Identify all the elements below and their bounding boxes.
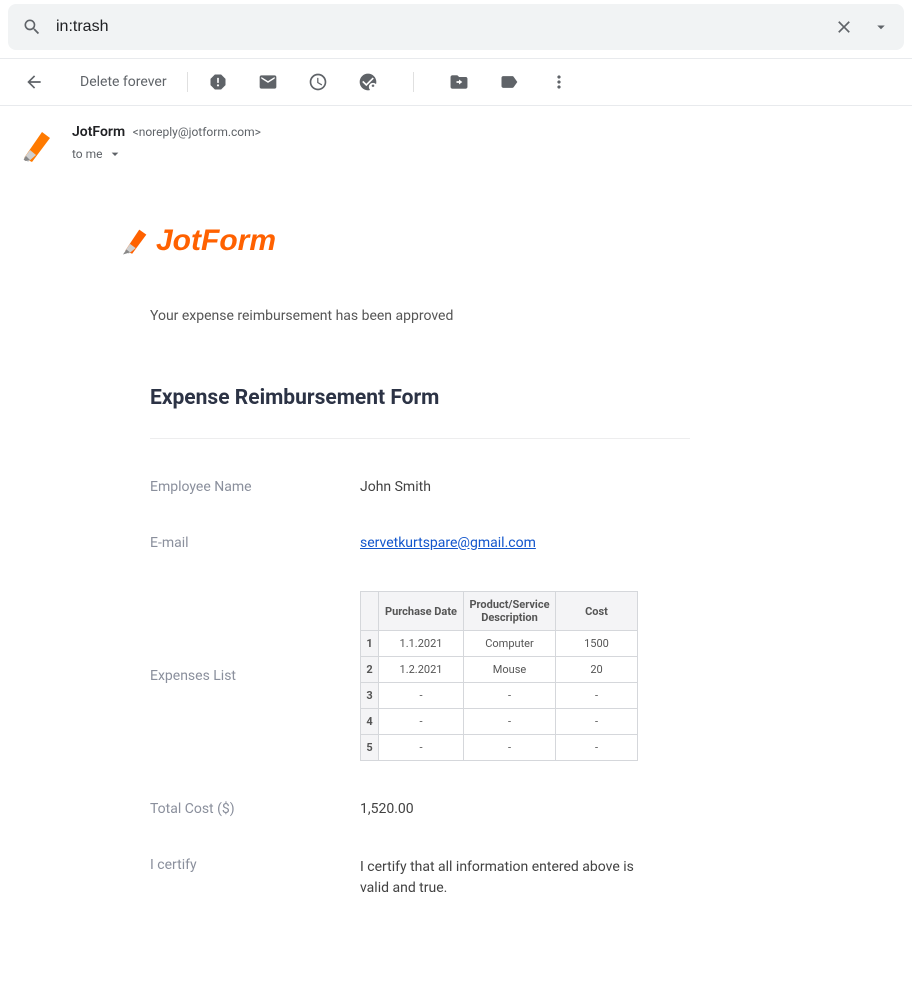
label-email: E-mail [150, 535, 360, 551]
cell-desc: - [464, 683, 556, 709]
cell-cost: - [556, 735, 638, 761]
row-expenses: Expenses List Purchase Date Product/Serv… [150, 591, 690, 761]
email-body: JotForm Your expense reimbursement has b… [0, 164, 780, 979]
value-employee-name: John Smith [360, 479, 431, 495]
search-bar [8, 4, 904, 50]
cell-date: 1.1.2021 [379, 631, 464, 657]
form-title: Expense Reimbursement Form [150, 386, 690, 439]
th-cost: Cost [556, 592, 638, 631]
clear-search-icon[interactable] [834, 17, 854, 37]
snooze-icon[interactable] [308, 72, 328, 92]
row-certify: I certify I certify that all information… [150, 857, 690, 899]
row-email: E-mail servetkurtspare@gmail.com [150, 535, 690, 551]
value-certify: I certify that all information entered a… [360, 857, 640, 899]
cell-desc: - [464, 735, 556, 761]
table-row: 3--- [361, 683, 638, 709]
to-line[interactable]: to me [72, 146, 261, 162]
more-icon[interactable] [549, 72, 569, 92]
cell-date: - [379, 735, 464, 761]
label-expenses: Expenses List [150, 668, 360, 684]
cell-desc: Computer [464, 631, 556, 657]
value-total-cost: 1,520.00 [360, 801, 414, 817]
chevron-down-icon [107, 146, 123, 162]
table-corner [361, 592, 379, 631]
cell-desc: Mouse [464, 657, 556, 683]
avatar [16, 124, 56, 164]
add-to-tasks-icon[interactable] [358, 72, 378, 92]
back-button[interactable] [16, 64, 52, 100]
label-total-cost: Total Cost ($) [150, 801, 360, 817]
value-email-link[interactable]: servetkurtspare@gmail.com [360, 535, 536, 551]
th-desc: Product/Service Description [464, 592, 556, 631]
cell-desc: - [464, 709, 556, 735]
search-input[interactable] [56, 18, 834, 36]
delete-forever-button[interactable]: Delete forever [80, 74, 167, 90]
label-employee-name: Employee Name [150, 479, 360, 495]
cell-date: 1.2.2021 [379, 657, 464, 683]
approval-message: Your expense reimbursement has been appr… [150, 308, 780, 324]
table-row: 5--- [361, 735, 638, 761]
row-num: 1 [361, 631, 379, 657]
mark-unread-icon[interactable] [258, 72, 278, 92]
toolbar: Delete forever [0, 58, 912, 106]
th-date: Purchase Date [379, 592, 464, 631]
separator [187, 72, 188, 92]
to-text: to me [72, 147, 103, 161]
label-certify: I certify [150, 857, 360, 899]
row-num: 3 [361, 683, 379, 709]
cell-cost: 1500 [556, 631, 638, 657]
jotform-logo: JotForm [118, 224, 780, 258]
report-spam-icon[interactable] [208, 72, 228, 92]
table-row: 11.1.2021Computer1500 [361, 631, 638, 657]
cell-date: - [379, 709, 464, 735]
row-num: 4 [361, 709, 379, 735]
expenses-table: Purchase Date Product/Service Descriptio… [360, 591, 638, 761]
logo-text: JotForm [156, 224, 276, 258]
cell-cost: - [556, 709, 638, 735]
search-icon[interactable] [22, 17, 42, 37]
sender-email: <noreply@jotform.com> [133, 125, 261, 139]
cell-date: - [379, 683, 464, 709]
labels-icon[interactable] [499, 72, 519, 92]
row-num: 5 [361, 735, 379, 761]
sender-line: JotForm <noreply@jotform.com> [72, 124, 261, 140]
cell-cost: 20 [556, 657, 638, 683]
row-employee-name: Employee Name John Smith [150, 479, 690, 495]
message-header: JotForm <noreply@jotform.com> to me [0, 106, 912, 164]
row-num: 2 [361, 657, 379, 683]
row-total-cost: Total Cost ($) 1,520.00 [150, 801, 690, 817]
move-to-icon[interactable] [449, 72, 469, 92]
search-options-icon[interactable] [872, 18, 890, 36]
cell-cost: - [556, 683, 638, 709]
sender-name: JotForm [72, 124, 125, 140]
table-row: 21.2.2021Mouse20 [361, 657, 638, 683]
separator [413, 72, 414, 92]
table-row: 4--- [361, 709, 638, 735]
